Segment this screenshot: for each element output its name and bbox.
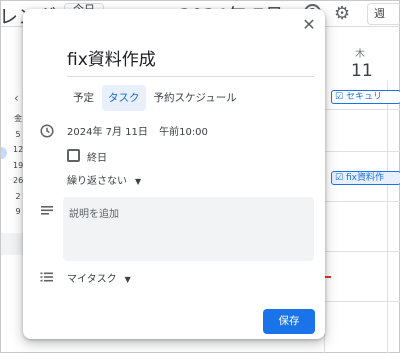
event-chip-label: fix資料作 — [345, 173, 384, 183]
event-chip-label: セキュリ — [345, 92, 382, 102]
mini-calendar-day[interactable]: 9 — [13, 204, 23, 220]
task-list-dropdown[interactable]: マイタスク ▼ — [67, 270, 131, 285]
sidebar-panel — [1, 233, 23, 255]
repeat-dropdown[interactable]: 繰り返さない ▼ — [67, 172, 141, 187]
tab-event[interactable]: 予定 — [67, 85, 100, 111]
mini-calendar-prev-button[interactable]: ‹ — [14, 91, 19, 105]
mini-calendar: 金 5 12 19 26 2 9 — [13, 111, 23, 220]
current-time-indicator — [325, 276, 331, 278]
tab-appointment-schedule[interactable]: 予約スケジュール — [148, 85, 243, 111]
day-header-weekday: 木 — [355, 49, 365, 60]
mini-calendar-day[interactable]: 19 — [13, 158, 23, 174]
description-field[interactable]: 説明を追加 — [63, 197, 314, 261]
chevron-down-icon: ▼ — [124, 275, 131, 284]
event-type-tabs: 予定 タスク 予約スケジュール — [67, 85, 245, 111]
day-column-divider — [387, 81, 388, 353]
mini-calendar-day[interactable]: 12 — [13, 142, 23, 158]
mini-calendar-day[interactable]: 2 — [13, 189, 23, 205]
window-frame: レンダー 今日 ‹ › 2024年 7月 ? ⚙ 週 ‹ 金 5 12 19 2… — [0, 0, 400, 353]
mini-calendar-day[interactable]: 26 — [13, 173, 23, 189]
date-field[interactable]: 2024年 7月 11日 — [67, 127, 148, 138]
all-day-checkbox[interactable] — [67, 149, 80, 162]
mini-calendar-selection — [1, 147, 7, 159]
task-dialog: ✕ fix資料作成 予定 タスク 予約スケジュール 2024年 7月 11日 午… — [23, 9, 325, 339]
title-input[interactable]: fix資料作成 — [67, 49, 314, 77]
task-check-icon: ☑ — [335, 92, 344, 102]
clock-icon — [40, 124, 54, 138]
day-header-number[interactable]: 11 — [351, 61, 373, 81]
repeat-dropdown-label: 繰り返さない — [67, 176, 127, 187]
save-button[interactable]: 保存 — [263, 309, 315, 334]
close-icon[interactable]: ✕ — [297, 13, 321, 37]
view-switcher[interactable]: 週 — [367, 3, 400, 25]
task-check-icon: ☑ — [335, 173, 344, 183]
mini-calendar-day[interactable]: 5 — [13, 127, 23, 143]
date-time-row: 2024年 7月 11日 午前10:00 — [67, 123, 216, 138]
gear-icon[interactable]: ⚙ — [334, 3, 350, 24]
time-field[interactable]: 午前10:00 — [159, 127, 208, 138]
all-day-label: 終日 — [87, 153, 107, 164]
task-list-icon — [40, 272, 53, 282]
task-list-dropdown-label: マイタスク — [67, 274, 117, 285]
event-chip[interactable]: ☑ fix資料作 — [331, 171, 400, 185]
mini-calendar-weekday: 金 — [14, 114, 22, 123]
chevron-down-icon: ▼ — [135, 177, 142, 186]
event-chip[interactable]: ☑ セキュリ — [331, 90, 400, 104]
description-icon — [41, 206, 53, 215]
tab-task[interactable]: タスク — [102, 85, 146, 111]
